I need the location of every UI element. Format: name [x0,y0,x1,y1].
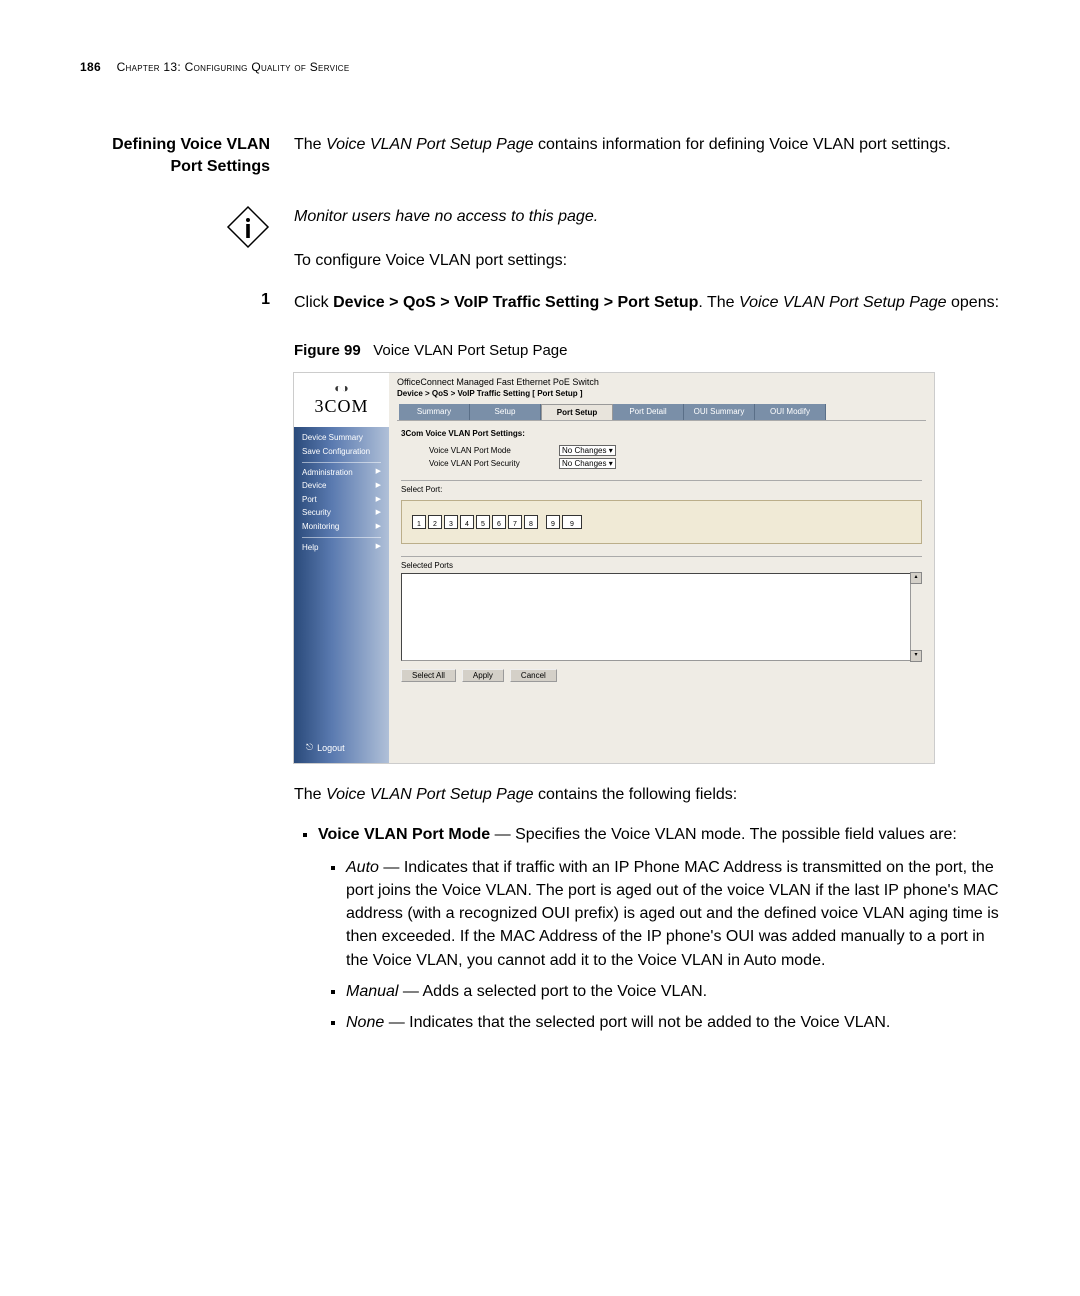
section-title: Defining Voice VLAN Port Settings [80,134,294,177]
selected-ports-list[interactable] [401,573,911,661]
sidebar-divider [302,462,381,463]
cancel-button[interactable]: Cancel [510,669,557,682]
step-body: Click Device > QoS > VoIP Traffic Settin… [294,291,1000,314]
sidebar-item-device-summary[interactable]: Device Summary [302,431,381,445]
tab-bar: Summary Setup Port Setup Port Detail OUI… [389,404,934,420]
breadcrumb: Device > QoS > VoIP Traffic Setting [ Po… [389,389,934,404]
chapter-label: Chapter 13: Configuring Quality of Servi… [117,60,350,74]
select-port-mode[interactable]: No Changes ▾ [559,445,616,456]
apply-button[interactable]: Apply [462,669,504,682]
port-button[interactable]: 2 [428,515,442,529]
section-title-line2: Port Settings [170,158,270,175]
page-number: 186 [80,60,101,74]
scroll-down-icon[interactable]: ▾ [910,650,922,662]
chevron-right-icon: ▶ [376,507,381,519]
product-title: OfficeConnect Managed Fast Ethernet PoE … [389,373,934,389]
chevron-down-icon: ▾ [609,446,613,455]
tab-port-detail[interactable]: Port Detail [613,404,684,420]
main-panel: OfficeConnect Managed Fast Ethernet PoE … [389,373,934,763]
sidebar-item-save-config[interactable]: Save Configuration [302,445,381,459]
port-button[interactable]: 9 [546,515,560,529]
sidebar-item-monitoring[interactable]: Monitoring▶ [302,520,381,534]
logo-glyph-icon: ◐◑ [334,381,349,396]
info-icon [80,205,294,254]
field-label-port-security: Voice VLAN Port Security [429,459,559,468]
field-label-port-mode: Voice VLAN Port Mode [429,446,559,455]
list-item: Auto — Indicates that if traffic with an… [346,856,1000,972]
brand-name: 3COM [314,396,368,417]
figure-title: Voice VLAN Port Setup Page [373,342,567,359]
sidebar-item-security[interactable]: Security▶ [302,506,381,520]
chevron-right-icon: ▶ [376,494,381,506]
panel-title: 3Com Voice VLAN Port Settings: [401,429,922,438]
port-button[interactable]: 6 [492,515,506,529]
port-button[interactable]: 4 [460,515,474,529]
port-button[interactable]: 1 [412,515,426,529]
body-text: The Voice VLAN Port Setup Page contains … [294,783,1000,1034]
list-item: None — Indicates that the selected port … [346,1011,1000,1034]
port-button[interactable]: 3 [444,515,458,529]
tab-setup[interactable]: Setup [470,404,541,420]
chevron-right-icon: ▶ [376,521,381,533]
port-button[interactable]: 8 [524,515,538,529]
screenshot: ◐◑ 3COM Device Summary Save Configuratio… [294,373,934,763]
brand-logo: ◐◑ 3COM [294,373,389,427]
tab-summary[interactable]: Summary [399,404,470,420]
note-italic-text: Monitor users have no access to this pag… [294,205,1000,229]
chevron-right-icon: ▶ [376,541,381,553]
selected-ports-label: Selected Ports [401,561,922,570]
figure-caption: Figure 99 Voice VLAN Port Setup Page [294,342,568,359]
sidebar-divider [302,537,381,538]
port-button[interactable]: 9 [562,515,582,529]
select-port-label: Select Port: [401,485,922,494]
sidebar: ◐◑ 3COM Device Summary Save Configuratio… [294,373,389,763]
tab-port-setup[interactable]: Port Setup [541,404,613,420]
sidebar-item-administration[interactable]: Administration▶ [302,466,381,480]
note-body: Monitor users have no access to this pag… [294,205,1000,273]
divider [401,480,922,481]
logout-icon: ⎋ [306,742,313,753]
step-number: 1 [80,291,294,309]
port-button[interactable]: 5 [476,515,490,529]
sidebar-item-help[interactable]: Help▶ [302,541,381,555]
divider [401,556,922,557]
page-header: 186 Chapter 13: Configuring Quality of S… [80,60,1000,74]
section-intro: The Voice VLAN Port Setup Page contains … [294,134,1000,156]
port-grid: 1 2 3 4 5 6 7 8 9 9 [401,500,922,544]
select-port-security[interactable]: No Changes ▾ [559,458,616,469]
sidebar-item-port[interactable]: Port▶ [302,493,381,507]
list-item: Voice VLAN Port Mode — Specifies the Voi… [318,823,1000,1035]
scroll-up-icon[interactable]: ▴ [910,572,922,584]
figure-label: Figure 99 [294,342,361,359]
section-title-line1: Defining Voice VLAN [112,136,270,153]
chevron-right-icon: ▶ [376,480,381,492]
list-item: Manual — Adds a selected port to the Voi… [346,980,1000,1003]
tab-oui-modify[interactable]: OUI Modify [755,404,826,420]
chevron-right-icon: ▶ [376,466,381,478]
select-all-button[interactable]: Select All [401,669,456,682]
note-following: To configure Voice VLAN port settings: [294,249,1000,273]
logout-link[interactable]: ⎋ Logout [294,742,389,753]
tab-oui-summary[interactable]: OUI Summary [684,404,755,420]
sidebar-item-device[interactable]: Device▶ [302,479,381,493]
chevron-down-icon: ▾ [609,459,613,468]
port-button[interactable]: 7 [508,515,522,529]
